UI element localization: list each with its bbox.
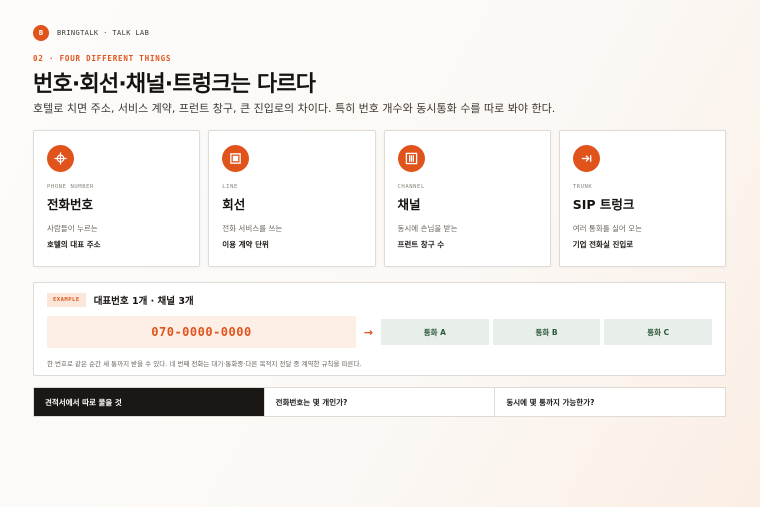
tab-quote-questions[interactable]: 견적서에서 따로 물을 것 xyxy=(34,388,264,416)
card-line: LINE 회선 전화 서비스를 쓰는 이용 계약 단위 xyxy=(208,130,376,267)
card-desc: 동시에 손님을 받는 xyxy=(397,224,458,233)
card-title: 채널 xyxy=(397,197,421,212)
page-title: 번호·회선·채널·트렁크는 다르다 xyxy=(33,72,316,97)
card-tag: LINE xyxy=(222,184,238,190)
card-title: 전화번호 xyxy=(47,197,94,212)
tab-phone-count[interactable]: 전화번호는 몇 개인가? xyxy=(263,388,495,416)
page-subtitle: 호텔로 치면 주소, 서비스 계약, 프런트 창구, 큰 진입로의 차이다. 특… xyxy=(33,102,556,115)
crosshair-icon xyxy=(47,145,74,172)
card-highlight: 프런트 창구 수 xyxy=(397,240,445,249)
card-highlight: 이용 계약 단위 xyxy=(222,240,269,249)
card-channel: CHANNEL 채널 동시에 손님을 받는 프런트 창구 수 xyxy=(383,130,551,267)
card-tag: PHONE NUMBER xyxy=(47,184,94,190)
section-eyebrow: 02 · FOUR DIFFERENT THINGS xyxy=(33,54,172,63)
tab-concurrent-calls[interactable]: 동시에 몇 통까지 가능한가? xyxy=(494,388,726,416)
example-phone-number: 070-0000-0000 xyxy=(47,316,356,348)
concept-cards: PHONE NUMBER 전화번호 사람들이 누르는 호텔의 대표 주소 LIN… xyxy=(33,130,726,267)
card-highlight: 기업 전화실 진입로 xyxy=(572,240,634,249)
example-flow: 070-0000-0000 → 통화 A 통화 B 통화 C xyxy=(47,316,713,348)
example-title: 대표번호 1개 · 채널 3개 xyxy=(93,296,194,307)
card-desc: 전화 서비스를 쓰는 xyxy=(222,224,283,233)
card-highlight: 호텔의 대표 주소 xyxy=(47,240,101,249)
square-icon xyxy=(222,145,250,172)
arrow-bar-icon xyxy=(572,145,600,172)
example-channels: 통화 A 통화 B 통화 C xyxy=(381,319,713,345)
bars-icon xyxy=(397,145,425,172)
example-header: EXAMPLE 대표번호 1개 · 채널 3개 xyxy=(47,293,712,307)
brand-name: BRINGTALK · TALK LAB xyxy=(57,29,150,37)
arrow-right-icon: → xyxy=(363,325,374,339)
card-desc: 사람들이 누르는 xyxy=(47,224,98,233)
card-desc: 여러 통화를 실어 오는 xyxy=(572,224,643,233)
brand: B BRINGTALK · TALK LAB xyxy=(33,25,149,41)
card-title: 회선 xyxy=(222,197,246,212)
channel-slot: 통화 C xyxy=(604,319,713,345)
question-tabs: 견적서에서 따로 물을 것 전화번호는 몇 개인가? 동시에 몇 통까지 가능한… xyxy=(33,387,726,417)
card-tag: TRUNK xyxy=(572,184,593,190)
example-note: 한 번호로 같은 순간 세 통까지 받을 수 있다. 네 번째 전화는 대기·통… xyxy=(47,360,362,368)
example-badge: EXAMPLE xyxy=(47,293,86,307)
card-trunk: TRUNK SIP 트렁크 여러 통화를 실어 오는 기업 전화실 진입로 xyxy=(558,130,726,267)
example-panel: EXAMPLE 대표번호 1개 · 채널 3개 070-0000-0000 → … xyxy=(33,282,726,376)
card-title: SIP 트렁크 xyxy=(572,197,635,212)
card-tag: CHANNEL xyxy=(397,184,425,190)
channel-slot: 통화 B xyxy=(492,319,601,345)
card-phone-number: PHONE NUMBER 전화번호 사람들이 누르는 호텔의 대표 주소 xyxy=(33,130,201,267)
brand-logo: B xyxy=(33,25,49,41)
channel-slot: 통화 A xyxy=(381,319,489,345)
